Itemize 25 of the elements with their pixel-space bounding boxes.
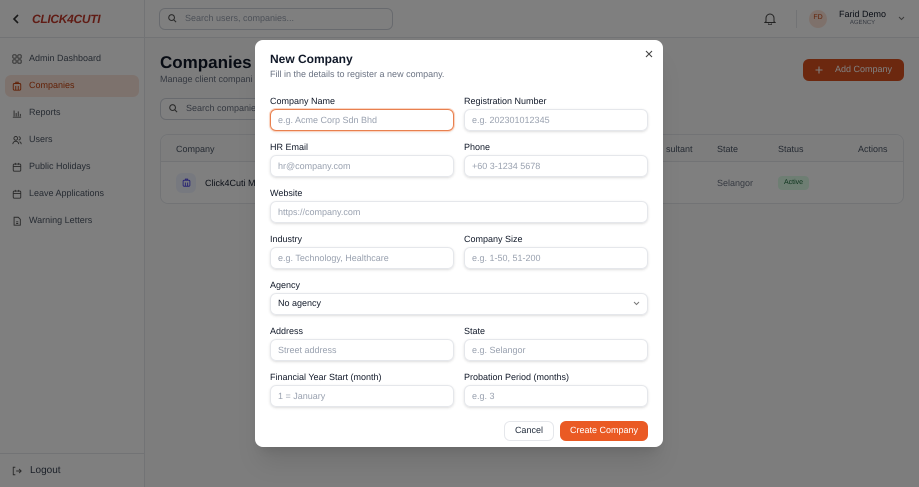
field-label: Agency: [270, 278, 302, 290]
company-name: Click4Cuti M: [205, 176, 256, 190]
dialog-subtitle: Fill in the details to register a new company.: [270, 68, 446, 81]
page-title: Companies: [160, 52, 253, 74]
field-label: Industry: [270, 232, 304, 244]
user-name: Farid Demo: [838, 9, 886, 20]
field-label: State: [464, 324, 486, 336]
column-header: State: [717, 142, 738, 156]
dialog-title: New Company: [270, 52, 354, 67]
column-header: Company: [176, 142, 215, 156]
field-label: Website: [270, 186, 304, 198]
state-cell-text: Selangor: [717, 176, 754, 190]
field-label: Phone: [464, 140, 492, 152]
field-label: Company Name: [270, 94, 336, 106]
field-label: Address: [270, 324, 304, 336]
field-label: Probation Period (months): [464, 370, 570, 382]
field-label: HR Email: [270, 140, 310, 152]
column-header: Status: [778, 142, 804, 156]
column-header: Actions: [858, 142, 888, 156]
logo: CLICK4CUTI: [32, 10, 100, 28]
field-label: Company Size: [464, 232, 524, 244]
column-header: sultant: [666, 142, 693, 156]
field-label: Financial Year Start (month): [270, 370, 383, 382]
field-label: Registration Number: [464, 94, 548, 106]
page-subtitle: Manage client compani: [160, 73, 253, 86]
